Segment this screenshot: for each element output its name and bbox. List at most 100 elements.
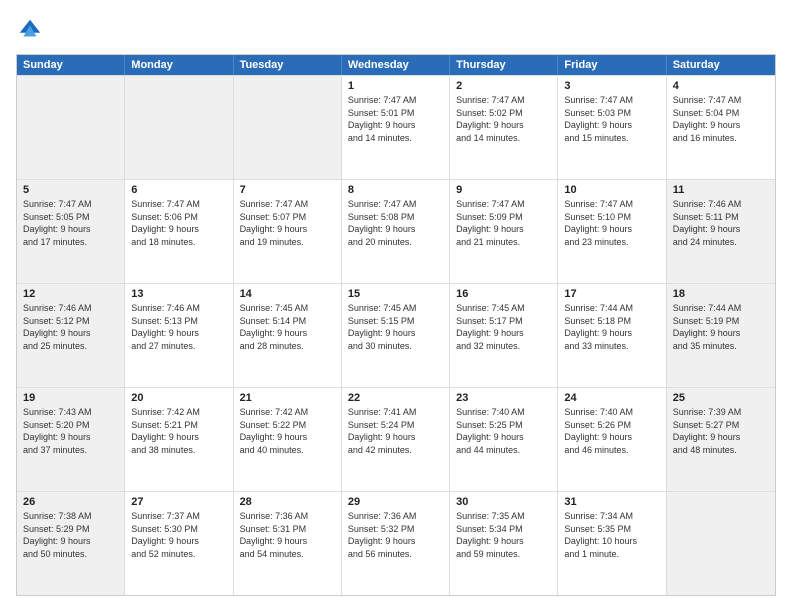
day-info: Sunrise: 7:39 AM Sunset: 5:27 PM Dayligh… xyxy=(673,406,769,456)
day-info: Sunrise: 7:47 AM Sunset: 5:10 PM Dayligh… xyxy=(564,198,659,248)
weekday-header: Monday xyxy=(125,55,233,75)
calendar-cell: 17 Sunrise: 7:44 AM Sunset: 5:18 PM Dayli… xyxy=(558,284,666,387)
day-number: 13 xyxy=(131,288,226,300)
day-number: 8 xyxy=(348,184,443,196)
day-number: 5 xyxy=(23,184,118,196)
day-info: Sunrise: 7:47 AM Sunset: 5:07 PM Dayligh… xyxy=(240,198,335,248)
day-info: Sunrise: 7:47 AM Sunset: 5:09 PM Dayligh… xyxy=(456,198,551,248)
calendar-row: 19 Sunrise: 7:43 AM Sunset: 5:20 PM Dayli… xyxy=(17,387,775,491)
calendar-row: 5 Sunrise: 7:47 AM Sunset: 5:05 PM Daylig… xyxy=(17,179,775,283)
weekday-header: Tuesday xyxy=(234,55,342,75)
weekday-header: Wednesday xyxy=(342,55,450,75)
day-info: Sunrise: 7:45 AM Sunset: 5:17 PM Dayligh… xyxy=(456,302,551,352)
day-number: 2 xyxy=(456,80,551,92)
calendar-cell: 6Sunrise: 7:47 AM Sunset: 5:06 PM Daylig… xyxy=(125,180,233,283)
calendar-cell: 23 Sunrise: 7:40 AM Sunset: 5:25 PM Dayli… xyxy=(450,388,558,491)
day-number: 30 xyxy=(456,496,551,508)
calendar-cell: 7 Sunrise: 7:47 AM Sunset: 5:07 PM Daylig… xyxy=(234,180,342,283)
calendar-cell: 20 Sunrise: 7:42 AM Sunset: 5:21 PM Dayli… xyxy=(125,388,233,491)
day-number: 19 xyxy=(23,392,118,404)
calendar-cell: 5 Sunrise: 7:47 AM Sunset: 5:05 PM Daylig… xyxy=(17,180,125,283)
day-number: 6 xyxy=(131,184,226,196)
calendar-cell: 9 Sunrise: 7:47 AM Sunset: 5:09 PM Daylig… xyxy=(450,180,558,283)
calendar-cell: 24 Sunrise: 7:40 AM Sunset: 5:26 PM Dayli… xyxy=(558,388,666,491)
day-number: 31 xyxy=(564,496,659,508)
calendar-cell: 21 Sunrise: 7:42 AM Sunset: 5:22 PM Dayli… xyxy=(234,388,342,491)
calendar-body: 1 Sunrise: 7:47 AM Sunset: 5:01 PM Daylig… xyxy=(17,75,775,595)
calendar-row: 26Sunrise: 7:38 AM Sunset: 5:29 PM Dayli… xyxy=(17,491,775,595)
day-info: Sunrise: 7:35 AM Sunset: 5:34 PM Dayligh… xyxy=(456,510,551,560)
day-info: Sunrise: 7:47 AM Sunset: 5:05 PM Dayligh… xyxy=(23,198,118,248)
day-number: 15 xyxy=(348,288,443,300)
day-info: Sunrise: 7:37 AM Sunset: 5:30 PM Dayligh… xyxy=(131,510,226,560)
calendar-row: 12 Sunrise: 7:46 AM Sunset: 5:12 PM Dayli… xyxy=(17,283,775,387)
weekday-header: Thursday xyxy=(450,55,558,75)
calendar-cell: 26Sunrise: 7:38 AM Sunset: 5:29 PM Dayli… xyxy=(17,492,125,595)
logo-icon xyxy=(16,16,44,44)
day-info: Sunrise: 7:41 AM Sunset: 5:24 PM Dayligh… xyxy=(348,406,443,456)
day-number: 21 xyxy=(240,392,335,404)
page: SundayMondayTuesdayWednesdayThursdayFrid… xyxy=(0,0,792,612)
day-info: Sunrise: 7:40 AM Sunset: 5:26 PM Dayligh… xyxy=(564,406,659,456)
day-number: 7 xyxy=(240,184,335,196)
day-info: Sunrise: 7:40 AM Sunset: 5:25 PM Dayligh… xyxy=(456,406,551,456)
weekday-header: Friday xyxy=(558,55,666,75)
day-number: 14 xyxy=(240,288,335,300)
day-info: Sunrise: 7:45 AM Sunset: 5:15 PM Dayligh… xyxy=(348,302,443,352)
day-info: Sunrise: 7:45 AM Sunset: 5:14 PM Dayligh… xyxy=(240,302,335,352)
day-number: 11 xyxy=(673,184,769,196)
day-info: Sunrise: 7:42 AM Sunset: 5:21 PM Dayligh… xyxy=(131,406,226,456)
day-number: 26 xyxy=(23,496,118,508)
day-number: 4 xyxy=(673,80,769,92)
day-number: 20 xyxy=(131,392,226,404)
day-number: 16 xyxy=(456,288,551,300)
calendar-cell: 12 Sunrise: 7:46 AM Sunset: 5:12 PM Dayli… xyxy=(17,284,125,387)
header xyxy=(16,16,776,44)
calendar-cell: 28 Sunrise: 7:36 AM Sunset: 5:31 PM Dayli… xyxy=(234,492,342,595)
day-number: 24 xyxy=(564,392,659,404)
calendar-cell: 3 Sunrise: 7:47 AM Sunset: 5:03 PM Daylig… xyxy=(558,76,666,179)
calendar-cell: 4 Sunrise: 7:47 AM Sunset: 5:04 PM Daylig… xyxy=(667,76,775,179)
day-info: Sunrise: 7:46 AM Sunset: 5:13 PM Dayligh… xyxy=(131,302,226,352)
day-number: 27 xyxy=(131,496,226,508)
calendar-cell xyxy=(125,76,233,179)
day-number: 23 xyxy=(456,392,551,404)
day-info: Sunrise: 7:36 AM Sunset: 5:32 PM Dayligh… xyxy=(348,510,443,560)
calendar-cell: 27 Sunrise: 7:37 AM Sunset: 5:30 PM Dayli… xyxy=(125,492,233,595)
calendar-cell: 8Sunrise: 7:47 AM Sunset: 5:08 PM Daylig… xyxy=(342,180,450,283)
calendar-cell: 30 Sunrise: 7:35 AM Sunset: 5:34 PM Dayli… xyxy=(450,492,558,595)
day-info: Sunrise: 7:36 AM Sunset: 5:31 PM Dayligh… xyxy=(240,510,335,560)
day-number: 3 xyxy=(564,80,659,92)
day-number: 9 xyxy=(456,184,551,196)
weekday-header: Saturday xyxy=(667,55,775,75)
day-info: Sunrise: 7:47 AM Sunset: 5:03 PM Dayligh… xyxy=(564,94,659,144)
calendar-cell: 16 Sunrise: 7:45 AM Sunset: 5:17 PM Dayli… xyxy=(450,284,558,387)
day-info: Sunrise: 7:47 AM Sunset: 5:01 PM Dayligh… xyxy=(348,94,443,144)
calendar-cell xyxy=(17,76,125,179)
logo xyxy=(16,16,48,44)
calendar-cell: 11Sunrise: 7:46 AM Sunset: 5:11 PM Dayli… xyxy=(667,180,775,283)
day-number: 18 xyxy=(673,288,769,300)
day-number: 12 xyxy=(23,288,118,300)
day-info: Sunrise: 7:47 AM Sunset: 5:04 PM Dayligh… xyxy=(673,94,769,144)
day-number: 17 xyxy=(564,288,659,300)
calendar-cell xyxy=(234,76,342,179)
day-number: 22 xyxy=(348,392,443,404)
day-info: Sunrise: 7:42 AM Sunset: 5:22 PM Dayligh… xyxy=(240,406,335,456)
day-info: Sunrise: 7:43 AM Sunset: 5:20 PM Dayligh… xyxy=(23,406,118,456)
day-number: 25 xyxy=(673,392,769,404)
day-number: 1 xyxy=(348,80,443,92)
calendar-cell: 15 Sunrise: 7:45 AM Sunset: 5:15 PM Dayli… xyxy=(342,284,450,387)
day-info: Sunrise: 7:46 AM Sunset: 5:12 PM Dayligh… xyxy=(23,302,118,352)
calendar: SundayMondayTuesdayWednesdayThursdayFrid… xyxy=(16,54,776,596)
weekday-header: Sunday xyxy=(17,55,125,75)
calendar-cell: 13 Sunrise: 7:46 AM Sunset: 5:13 PM Dayli… xyxy=(125,284,233,387)
calendar-row: 1 Sunrise: 7:47 AM Sunset: 5:01 PM Daylig… xyxy=(17,75,775,179)
day-info: Sunrise: 7:47 AM Sunset: 5:02 PM Dayligh… xyxy=(456,94,551,144)
calendar-cell xyxy=(667,492,775,595)
day-number: 28 xyxy=(240,496,335,508)
calendar-header: SundayMondayTuesdayWednesdayThursdayFrid… xyxy=(17,55,775,75)
calendar-cell: 22 Sunrise: 7:41 AM Sunset: 5:24 PM Dayli… xyxy=(342,388,450,491)
day-info: Sunrise: 7:44 AM Sunset: 5:18 PM Dayligh… xyxy=(564,302,659,352)
calendar-cell: 29Sunrise: 7:36 AM Sunset: 5:32 PM Dayli… xyxy=(342,492,450,595)
